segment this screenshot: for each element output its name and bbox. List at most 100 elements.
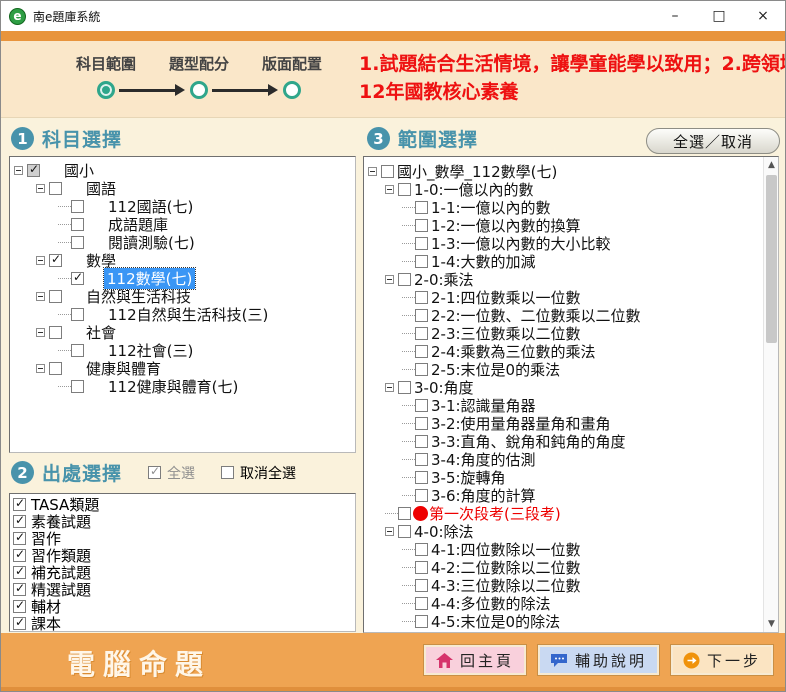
source-checkbox[interactable] xyxy=(13,498,26,511)
deselect-all-box[interactable] xyxy=(221,466,234,479)
footer-button-label: 回主頁 xyxy=(460,650,514,671)
tree-checkbox[interactable] xyxy=(398,381,411,394)
tree-checkbox[interactable] xyxy=(398,183,411,196)
tree-row: 國語 xyxy=(10,179,355,197)
tree-checkbox[interactable] xyxy=(71,272,84,285)
home-button[interactable]: 回主頁 xyxy=(424,645,526,675)
tree-checkbox[interactable] xyxy=(49,182,62,195)
tree-checkbox[interactable] xyxy=(415,453,428,466)
collapse-icon[interactable] xyxy=(36,184,45,193)
source-checkbox[interactable] xyxy=(13,515,26,528)
maximize-button[interactable]: □ xyxy=(697,1,741,31)
collapse-icon[interactable] xyxy=(36,292,45,301)
deselect-all-checkbox[interactable]: 取消全選 xyxy=(221,463,296,483)
tree-checkbox[interactable] xyxy=(49,326,62,339)
tree-checkbox[interactable] xyxy=(71,380,84,393)
tree-checkbox[interactable] xyxy=(415,597,428,610)
subject-section-heading: 1 科目選擇 xyxy=(11,125,122,152)
tree-checkbox[interactable] xyxy=(415,435,428,448)
tree-checkbox[interactable] xyxy=(415,309,428,322)
tree-row: 112數學(七) xyxy=(10,269,355,287)
source-checkbox[interactable] xyxy=(13,583,26,596)
tree-connector xyxy=(402,297,415,298)
range-scrollbar[interactable]: ▲ ▼ xyxy=(763,157,778,632)
tree-checkbox[interactable] xyxy=(415,615,428,628)
tree-connector xyxy=(58,206,71,207)
scroll-down-icon[interactable]: ▼ xyxy=(764,616,779,632)
source-checkbox[interactable] xyxy=(13,600,26,613)
source-checkbox[interactable] xyxy=(13,566,26,579)
collapse-icon[interactable] xyxy=(385,185,394,194)
collapse-icon[interactable] xyxy=(368,167,377,176)
tree-checkbox[interactable] xyxy=(415,471,428,484)
collapse-icon[interactable] xyxy=(385,527,394,536)
collapse-icon[interactable] xyxy=(36,364,45,373)
tree-connector xyxy=(402,585,415,586)
tree-checkbox[interactable] xyxy=(415,327,428,340)
tree-checkbox[interactable] xyxy=(398,525,411,538)
tree-row: 成語題庫 xyxy=(10,215,355,233)
tree-connector xyxy=(402,315,415,316)
step-arrow-icon xyxy=(212,89,269,92)
tree-checkbox[interactable] xyxy=(49,290,62,303)
tree-checkbox[interactable] xyxy=(415,579,428,592)
scrollbar-thumb[interactable] xyxy=(766,175,777,343)
tree-checkbox[interactable] xyxy=(415,543,428,556)
collapse-icon[interactable] xyxy=(36,328,45,337)
tree-checkbox[interactable] xyxy=(71,344,84,357)
next-step-button[interactable]: 下一步 xyxy=(671,645,773,675)
source-list-item: 輔材 xyxy=(10,598,355,615)
tree-checkbox[interactable] xyxy=(71,218,84,231)
select-toggle-button[interactable]: 全選／取消 xyxy=(646,128,780,154)
tree-checkbox[interactable] xyxy=(415,399,428,412)
tree-checkbox[interactable] xyxy=(49,254,62,267)
tree-label[interactable]: 112自然與生活科技(三) xyxy=(108,304,268,325)
source-checkbox[interactable] xyxy=(13,617,26,630)
close-button[interactable]: × xyxy=(741,1,785,31)
collapse-icon[interactable] xyxy=(385,383,394,392)
tree-checkbox[interactable] xyxy=(415,255,428,268)
tree-label[interactable]: 4-5:末位是0的除法 xyxy=(431,611,560,632)
tree-row: 1-0:一億以內的數 xyxy=(364,180,778,198)
collapse-icon[interactable] xyxy=(14,166,23,175)
tree-checkbox[interactable] xyxy=(71,236,84,249)
range-section-title: 範圍選擇 xyxy=(398,125,478,152)
tree-row: 112健康與體育(七) xyxy=(10,377,355,395)
source-checkbox[interactable] xyxy=(13,549,26,562)
select-all-checkbox[interactable]: 全選 xyxy=(148,463,195,483)
tree-label[interactable]: 112健康與體育(七) xyxy=(108,376,238,397)
footer-buttons: 回主頁 輔助說明下一步 xyxy=(424,645,773,675)
tree-checkbox[interactable] xyxy=(398,273,411,286)
source-label[interactable]: 課本 xyxy=(31,613,61,632)
tree-row: 健康與體育 xyxy=(10,359,355,377)
collapse-icon[interactable] xyxy=(36,256,45,265)
select-all-box[interactable] xyxy=(148,466,161,479)
minimize-button[interactable]: – xyxy=(653,1,697,31)
tree-checkbox[interactable] xyxy=(415,561,428,574)
tree-row: 4-5:末位是0的除法 xyxy=(364,612,778,630)
tree-checkbox[interactable] xyxy=(71,308,84,321)
arrow-next-icon xyxy=(683,652,700,669)
tree-checkbox[interactable] xyxy=(415,237,428,250)
collapse-icon[interactable] xyxy=(385,275,394,284)
source-checkbox[interactable] xyxy=(13,532,26,545)
tree-checkbox[interactable] xyxy=(49,362,62,375)
help-button[interactable]: 輔助說明 xyxy=(538,645,659,675)
tree-checkbox[interactable] xyxy=(415,417,428,430)
tree-checkbox[interactable] xyxy=(415,489,428,502)
scroll-up-icon[interactable]: ▲ xyxy=(764,157,779,173)
tree-checkbox[interactable] xyxy=(71,200,84,213)
title-bar: e 南e題庫系統 – □ × xyxy=(1,1,785,31)
tree-checkbox[interactable] xyxy=(415,201,428,214)
tree-label[interactable]: 閱讀測驗(七) xyxy=(108,232,195,253)
source-section-title: 出處選擇 xyxy=(42,459,122,486)
tree-checkbox[interactable] xyxy=(27,164,40,177)
tree-row: 1-1:一億以內的數 xyxy=(364,198,778,216)
tree-checkbox[interactable] xyxy=(398,507,411,520)
tree-checkbox[interactable] xyxy=(415,345,428,358)
tree-checkbox[interactable] xyxy=(415,363,428,376)
tree-checkbox[interactable] xyxy=(381,165,394,178)
wizard-steps: 科目範圍題型配分版面配置 xyxy=(1,41,361,118)
tree-checkbox[interactable] xyxy=(415,291,428,304)
tree-checkbox[interactable] xyxy=(415,219,428,232)
